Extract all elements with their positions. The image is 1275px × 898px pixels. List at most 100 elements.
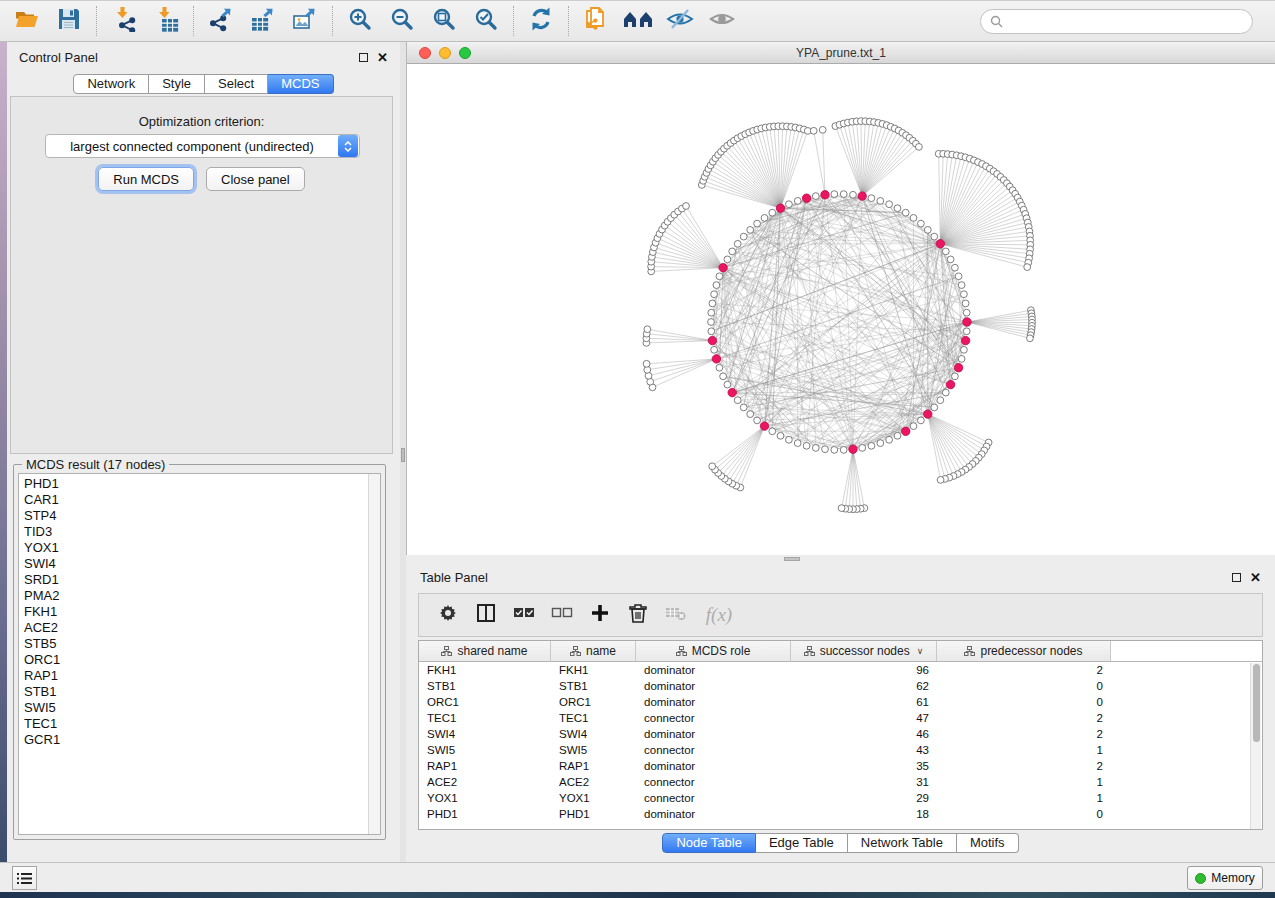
cell-successor-nodes: 18 bbox=[791, 808, 937, 820]
cell-successor-nodes: 46 bbox=[791, 728, 937, 740]
column-header-predecessor-nodes[interactable]: predecessor nodes bbox=[937, 641, 1111, 661]
cell-name: SWI5 bbox=[551, 744, 636, 756]
mcds-result-item[interactable]: STP4 bbox=[19, 508, 380, 524]
select-all-button[interactable] bbox=[509, 600, 539, 630]
close-panel-icon[interactable]: ✕ bbox=[377, 51, 388, 64]
binoculars-button[interactable] bbox=[620, 4, 656, 38]
column-header-MCDS-role[interactable]: MCDS role bbox=[636, 641, 791, 661]
float-panel-icon[interactable] bbox=[359, 53, 368, 62]
add-button[interactable] bbox=[585, 600, 615, 630]
column-header-shared-name[interactable]: shared name bbox=[419, 641, 551, 661]
mcds-result-item[interactable]: ORC1 bbox=[19, 652, 380, 668]
zoom-out-button[interactable] bbox=[384, 4, 420, 38]
delete-button[interactable] bbox=[623, 600, 653, 630]
mcds-result-item[interactable]: STB5 bbox=[19, 636, 380, 652]
column-header-name[interactable]: name bbox=[551, 641, 636, 661]
import-network-button[interactable] bbox=[106, 4, 142, 38]
mcds-result-item[interactable]: PHD1 bbox=[19, 476, 380, 492]
network-canvas[interactable] bbox=[407, 64, 1275, 555]
mcds-result-item[interactable]: SWI4 bbox=[19, 556, 380, 572]
tab-network[interactable]: Network bbox=[73, 74, 149, 94]
tab-select[interactable]: Select bbox=[205, 74, 268, 94]
sitemap-icon bbox=[964, 646, 975, 656]
status-menu-button[interactable] bbox=[12, 866, 37, 890]
mcds-result-item[interactable]: SWI5 bbox=[19, 700, 380, 716]
zoom-in-button[interactable] bbox=[342, 4, 378, 38]
optimization-criterion-dropdown[interactable]: largest connected component (undirected) bbox=[45, 134, 360, 158]
tab-node-table[interactable]: Node Table bbox=[662, 833, 756, 853]
tab-style[interactable]: Style bbox=[149, 74, 205, 94]
export-table-icon bbox=[250, 6, 276, 36]
table-scrollbar[interactable] bbox=[1250, 663, 1261, 830]
mcds-result-item[interactable]: SRD1 bbox=[19, 572, 380, 588]
hide-column-button[interactable] bbox=[661, 600, 691, 630]
mcds-result-item[interactable]: TID3 bbox=[19, 524, 380, 540]
table-row[interactable]: SWI4SWI4dominator462 bbox=[419, 726, 1262, 742]
zoom-fit-button[interactable] bbox=[426, 4, 462, 38]
save-button[interactable] bbox=[51, 4, 87, 38]
table-row[interactable]: SWI5SWI5connector431 bbox=[419, 742, 1262, 758]
cell-mcds-role: dominator bbox=[636, 664, 791, 676]
tab-edge-table[interactable]: Edge Table bbox=[756, 833, 848, 853]
memory-button[interactable]: Memory bbox=[1187, 866, 1263, 890]
float-table-panel-icon[interactable] bbox=[1232, 573, 1241, 582]
column-view-button[interactable] bbox=[471, 600, 501, 630]
mcds-result-item[interactable]: STB1 bbox=[19, 684, 380, 700]
refresh-icon bbox=[528, 6, 554, 36]
mcds-result-list[interactable]: PHD1CAR1STP4TID3YOX1SWI4SRD1PMA2FKH1ACE2… bbox=[18, 473, 381, 835]
share-document-button[interactable] bbox=[578, 4, 614, 38]
mcds-result-item[interactable]: RAP1 bbox=[19, 668, 380, 684]
tab-motifs[interactable]: Motifs bbox=[957, 833, 1019, 853]
mcds-result-item[interactable]: GCR1 bbox=[19, 732, 380, 748]
export-image-button[interactable] bbox=[287, 4, 323, 38]
export-table-button[interactable] bbox=[245, 4, 281, 38]
mcds-result-item[interactable]: ACE2 bbox=[19, 620, 380, 636]
eye-slash-button[interactable] bbox=[662, 4, 698, 38]
table-row[interactable]: RAP1RAP1dominator352 bbox=[419, 758, 1262, 774]
table-row[interactable]: ORC1ORC1dominator610 bbox=[419, 694, 1262, 710]
cell-successor-nodes: 31 bbox=[791, 776, 937, 788]
deselect-all-button[interactable] bbox=[547, 600, 577, 630]
function-button[interactable]: f(x) bbox=[699, 600, 739, 630]
cell-name: TEC1 bbox=[551, 712, 636, 724]
zoom-in-icon bbox=[347, 6, 373, 36]
table-row[interactable]: TEC1TEC1connector472 bbox=[419, 710, 1262, 726]
close-panel-button[interactable]: Close panel bbox=[206, 167, 305, 191]
search-input[interactable] bbox=[980, 9, 1253, 34]
network-view-window: YPA_prune.txt_1 bbox=[406, 42, 1275, 555]
close-window-icon[interactable] bbox=[419, 47, 431, 59]
mcds-result-item[interactable]: FKH1 bbox=[19, 604, 380, 620]
zoom-selected-button[interactable] bbox=[468, 4, 504, 38]
column-header-successor-nodes[interactable]: successor nodes∨ bbox=[791, 641, 937, 661]
horizontal-splitter[interactable] bbox=[406, 555, 1275, 563]
gear-button[interactable] bbox=[433, 600, 463, 630]
close-table-panel-icon[interactable]: ✕ bbox=[1250, 571, 1261, 584]
table-row[interactable]: PHD1PHD1dominator180 bbox=[419, 806, 1262, 822]
table-row[interactable]: STB1STB1dominator620 bbox=[419, 678, 1262, 694]
cell-successor-nodes: 61 bbox=[791, 696, 937, 708]
tab-mcds[interactable]: MCDS bbox=[268, 74, 333, 94]
eye-button[interactable] bbox=[704, 4, 740, 38]
import-table-button[interactable] bbox=[148, 4, 184, 38]
run-mcds-button[interactable]: Run MCDS bbox=[98, 167, 194, 191]
mcds-result-item[interactable]: TEC1 bbox=[19, 716, 380, 732]
export-network-button[interactable] bbox=[203, 4, 239, 38]
refresh-button[interactable] bbox=[523, 4, 559, 38]
mcds-result-item[interactable]: YOX1 bbox=[19, 540, 380, 556]
import-table-icon bbox=[153, 6, 179, 36]
sitemap-icon bbox=[804, 646, 815, 656]
mcds-list-scrollbar[interactable] bbox=[368, 474, 380, 834]
minimize-window-icon[interactable] bbox=[439, 47, 451, 59]
search-icon bbox=[990, 15, 1003, 28]
table-row[interactable]: YOX1YOX1connector291 bbox=[419, 790, 1262, 806]
table-row[interactable]: FKH1FKH1dominator962 bbox=[419, 662, 1262, 678]
zoom-window-icon[interactable] bbox=[459, 47, 471, 59]
cell-name: STB1 bbox=[551, 680, 636, 692]
mcds-result-item[interactable]: PMA2 bbox=[19, 588, 380, 604]
mcds-result-item[interactable]: CAR1 bbox=[19, 492, 380, 508]
open-folder-button[interactable] bbox=[9, 4, 45, 38]
tab-network-table[interactable]: Network Table bbox=[848, 833, 957, 853]
network-graph[interactable] bbox=[407, 64, 1275, 555]
cell-predecessor-nodes: 0 bbox=[937, 808, 1111, 820]
table-row[interactable]: ACE2ACE2connector311 bbox=[419, 774, 1262, 790]
